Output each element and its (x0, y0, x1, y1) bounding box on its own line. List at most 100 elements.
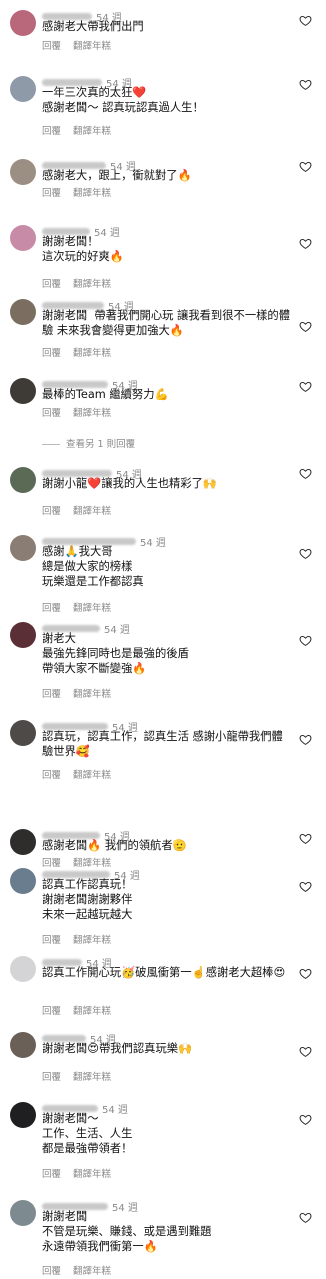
reply-button[interactable]: 回覆 (42, 126, 61, 137)
comment-actions: 回覆 翻譯年糕 (42, 123, 123, 137)
translate-button[interactable]: 翻譯年糕 (73, 935, 111, 946)
translate-button[interactable]: 翻譯年糕 (73, 41, 111, 52)
heart-icon[interactable] (299, 547, 312, 560)
comment-meta: 54 週 (42, 463, 142, 481)
avatar[interactable] (10, 829, 36, 855)
comment-text: 最棒的Team 繼續努力💪 (42, 388, 169, 401)
comment-text: 認真工作開心玩🥳破風衝第一☝️感謝老大超棒😍 (42, 966, 286, 979)
avatar[interactable] (10, 622, 36, 648)
comment-actions: 回覆 翻譯年糕 (42, 405, 123, 419)
comment-actions: 回覆 翻譯年糕 (42, 1166, 123, 1180)
reply-button[interactable]: 回覆 (42, 935, 61, 946)
comment-meta: 54 週 (42, 618, 130, 636)
translate-button[interactable]: 翻譯年糕 (73, 1169, 111, 1180)
avatar[interactable] (10, 225, 36, 251)
avatar[interactable] (10, 299, 36, 325)
heart-icon[interactable] (299, 880, 312, 893)
heart-icon[interactable] (299, 160, 312, 173)
heart-icon[interactable] (299, 1113, 312, 1126)
comment-text: 感謝老闆🔥 我們的領航者🫡 (42, 839, 187, 852)
comment-meta: 54 週 (42, 1098, 128, 1116)
avatar[interactable] (10, 10, 36, 36)
comment-text: 感謝老大，跟上，衝就對了🔥 (42, 169, 192, 182)
heart-icon[interactable] (299, 237, 312, 250)
comment-meta: 54 週 (42, 221, 120, 239)
reply-button[interactable]: 回覆 (42, 348, 61, 359)
reply-button[interactable]: 回覆 (42, 279, 61, 290)
translate-button[interactable]: 翻譯年糕 (73, 408, 111, 419)
heart-icon[interactable] (299, 467, 312, 480)
reply-button[interactable]: 回覆 (42, 1006, 61, 1017)
comment-text: 謝謝老闆！ 這次玩的好爽🔥 (42, 235, 124, 263)
reply-button[interactable]: 回覆 (42, 188, 61, 199)
comment-actions: 回覆 翻譯年糕 (42, 686, 123, 700)
heart-icon[interactable] (299, 832, 312, 845)
translate-button[interactable]: 翻譯年糕 (73, 126, 111, 137)
divider-line (42, 444, 60, 445)
translate-button[interactable]: 翻譯年糕 (73, 1006, 111, 1017)
avatar[interactable] (10, 76, 36, 102)
comment-actions: 回覆 翻譯年糕 (42, 345, 123, 359)
reply-button[interactable]: 回覆 (42, 689, 61, 700)
comment-actions: 回覆 翻譯年糕 (42, 38, 123, 52)
translate-button[interactable]: 翻譯年糕 (73, 603, 111, 614)
comment-meta: 54 週 (42, 952, 112, 970)
comment-meta: 54 週 (42, 531, 166, 549)
comment-actions: 回覆 翻譯年糕 (42, 932, 123, 946)
comment-meta: 54 週 (42, 374, 138, 392)
comment-meta: 54 週 (42, 864, 140, 882)
comment-text: 認真玩，認真工作，認真生活 感謝小龍帶我們體驗世界🥰 (42, 730, 283, 758)
comment-text: 感謝🙏我大哥 總是做大家的榜樣 玩樂還是工作都認真 (42, 545, 144, 588)
comment-actions: 回覆 翻譯年糕 (42, 276, 123, 290)
avatar[interactable] (10, 159, 36, 185)
translate-button[interactable]: 翻譯年糕 (73, 188, 111, 199)
comment-actions: 回覆 翻譯年糕 (42, 600, 123, 614)
translate-button[interactable]: 翻譯年糕 (73, 770, 111, 781)
view-more-replies-link[interactable]: 查看另 1 則回覆 (42, 436, 135, 450)
avatar[interactable] (10, 1102, 36, 1128)
comment-meta: 54 週 (42, 155, 136, 173)
heart-icon[interactable] (299, 380, 312, 393)
heart-icon[interactable] (299, 733, 312, 746)
comment-text: 謝謝小龍❤️讓我的人生也精彩了🙌 (42, 477, 217, 490)
heart-icon[interactable] (299, 14, 312, 27)
reply-button[interactable]: 回覆 (42, 41, 61, 52)
translate-button[interactable]: 翻譯年糕 (73, 1072, 111, 1083)
translate-button[interactable]: 翻譯年糕 (73, 1266, 111, 1277)
comment-text: 感謝老大帶我們出門 (42, 20, 144, 33)
comment-meta: 54 週 (42, 295, 134, 313)
reply-button[interactable]: 回覆 (42, 506, 61, 517)
translate-button[interactable]: 翻譯年糕 (73, 689, 111, 700)
heart-icon[interactable] (299, 320, 312, 333)
comment-meta: 54 週 (42, 6, 122, 24)
comment-meta: 54 週 (42, 1196, 138, 1214)
heart-icon[interactable] (299, 634, 312, 647)
view-more-replies-label: 查看另 1 則回覆 (66, 439, 136, 450)
comment-actions: 回覆 翻譯年糕 (42, 185, 123, 199)
heart-icon[interactable] (299, 78, 312, 91)
avatar[interactable] (10, 868, 36, 894)
reply-button[interactable]: 回覆 (42, 1072, 61, 1083)
reply-button[interactable]: 回覆 (42, 1169, 61, 1180)
translate-button[interactable]: 翻譯年糕 (73, 506, 111, 517)
reply-button[interactable]: 回覆 (42, 770, 61, 781)
reply-button[interactable]: 回覆 (42, 603, 61, 614)
avatar[interactable] (10, 378, 36, 404)
reply-button[interactable]: 回覆 (42, 1266, 61, 1277)
avatar[interactable] (10, 720, 36, 746)
avatar[interactable] (10, 535, 36, 561)
heart-icon[interactable] (299, 967, 312, 980)
translate-button[interactable]: 翻譯年糕 (73, 279, 111, 290)
translate-button[interactable]: 翻譯年糕 (73, 348, 111, 359)
comment-meta: 54 週 (42, 72, 132, 90)
comment-meta: 54 週 (42, 825, 130, 843)
comment-actions: 回覆 翻譯年糕 (42, 1263, 123, 1277)
reply-button[interactable]: 回覆 (42, 408, 61, 419)
avatar[interactable] (10, 1032, 36, 1058)
avatar[interactable] (10, 467, 36, 493)
avatar[interactable] (10, 1200, 36, 1226)
heart-icon[interactable] (299, 1045, 312, 1058)
comment-text: 一年三次真的太狂❤️ 感謝老闆～ 認真玩認真過人生！ (42, 86, 204, 114)
heart-icon[interactable] (299, 1211, 312, 1224)
avatar[interactable] (10, 956, 36, 982)
